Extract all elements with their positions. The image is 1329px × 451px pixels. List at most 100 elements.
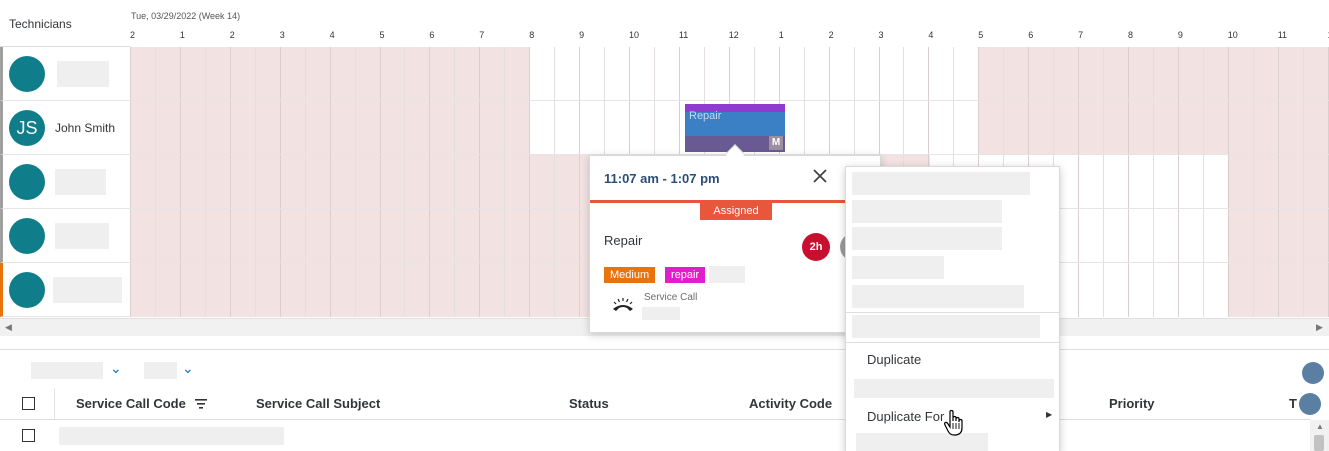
- half-hour-gridline: [204, 47, 206, 317]
- menu-item-duplicate[interactable]: Duplicate: [867, 352, 921, 367]
- menu-separator: [846, 342, 1059, 343]
- menu-item-placeholder[interactable]: [852, 200, 1002, 223]
- technician-row[interactable]: [0, 155, 130, 209]
- hour-gridline: [1277, 47, 1279, 317]
- menu-item-placeholder[interactable]: [854, 379, 1054, 398]
- row-divider: [130, 100, 1329, 101]
- hour-label: 1: [778, 30, 784, 40]
- avatar: JS: [9, 110, 45, 146]
- hour-gridline: [529, 47, 531, 317]
- hour-label: 7: [1078, 30, 1084, 40]
- hour-label: 10: [1227, 30, 1238, 40]
- hour-gridline: [179, 47, 181, 317]
- half-hour-gridline: [1103, 47, 1105, 317]
- technician-row[interactable]: [0, 263, 130, 317]
- select-all-checkbox[interactable]: [22, 397, 35, 410]
- tag-placeholder: [709, 266, 745, 283]
- phone-icon: [612, 297, 634, 318]
- scroll-right-icon[interactable]: ▶: [1316, 322, 1323, 333]
- technicians-header: Technicians: [0, 0, 130, 47]
- hour-label: 9: [1177, 30, 1183, 40]
- technicians-label: Technicians: [9, 17, 72, 31]
- date-label: Tue, 03/29/2022 (Week 14): [131, 11, 241, 21]
- time-range: 11:07 am - 1:07 pm: [604, 171, 720, 186]
- hour-label: 5: [379, 30, 385, 40]
- technician-row[interactable]: JS John Smith: [0, 101, 130, 155]
- hour-label: 6: [429, 30, 435, 40]
- hand-cursor-icon: [944, 409, 966, 436]
- hour-label: 7: [479, 30, 485, 40]
- half-hour-gridline: [254, 47, 256, 317]
- row-checkbox[interactable]: [22, 429, 35, 442]
- chevron-down-icon[interactable]: ⌄: [110, 360, 122, 377]
- hour-label: 6: [1028, 30, 1034, 40]
- menu-item-placeholder[interactable]: [852, 285, 1024, 308]
- filter-icon[interactable]: [195, 397, 208, 412]
- technician-name: John Smith: [55, 121, 116, 135]
- submenu-arrow-icon: ▶: [1046, 410, 1053, 419]
- half-hour-gridline: [404, 47, 406, 317]
- technician-row[interactable]: [0, 209, 130, 263]
- half-hour-gridline: [304, 47, 306, 317]
- hour-label: 11: [1277, 30, 1288, 40]
- chevron-down-icon[interactable]: ⌄: [182, 360, 194, 377]
- hour-gridline: [579, 47, 581, 317]
- activity-popover: 11:07 am - 1:07 pm Assigned Repair 2h Me…: [589, 155, 881, 333]
- vertical-scrollbar[interactable]: ▲: [1310, 420, 1329, 451]
- close-icon[interactable]: [812, 168, 828, 188]
- service-call-placeholder[interactable]: [642, 307, 680, 320]
- off-hours-block: [979, 47, 1329, 155]
- hour-label: 4: [329, 30, 335, 40]
- menu-item-placeholder[interactable]: [852, 172, 1030, 195]
- column-header-activity-code[interactable]: Activity Code: [749, 396, 832, 411]
- technician-name-placeholder: [53, 277, 122, 303]
- half-hour-gridline: [354, 47, 356, 317]
- scroll-thumb[interactable]: [1314, 435, 1324, 451]
- column-separator: [54, 388, 55, 419]
- half-hour-gridline: [454, 47, 456, 317]
- event-label: Repair: [689, 110, 722, 122]
- column-header-service-call-code[interactable]: Service Call Code: [76, 396, 208, 412]
- hour-label: 9: [579, 30, 585, 40]
- hour-gridline: [479, 47, 481, 317]
- hour-label: 8: [1128, 30, 1134, 40]
- technician-name-placeholder: [55, 169, 106, 195]
- hour-gridline: [229, 47, 231, 317]
- column-header-priority[interactable]: Priority: [1109, 396, 1155, 411]
- duration-badge: 2h: [802, 233, 830, 261]
- menu-separator: [846, 312, 1059, 313]
- menu-item-placeholder[interactable]: [852, 315, 1040, 338]
- toolbar-circle-button[interactable]: [1299, 393, 1321, 415]
- pane-splitter[interactable]: [0, 349, 1329, 350]
- hour-gridline: [1227, 47, 1229, 317]
- half-hour-gridline: [1202, 47, 1204, 317]
- column-header-status[interactable]: Status: [569, 396, 609, 411]
- toolbar-circle-button[interactable]: [1302, 362, 1324, 384]
- off-hours-block: [1229, 155, 1329, 317]
- menu-item-duplicate-for[interactable]: Duplicate For: [867, 409, 944, 424]
- half-hour-gridline: [554, 47, 556, 317]
- filter-dropdown[interactable]: [31, 362, 103, 379]
- filter-dropdown[interactable]: [144, 362, 177, 379]
- table-header-border: [0, 419, 1310, 420]
- hour-gridline: [279, 47, 281, 317]
- hour-gridline: [429, 47, 431, 317]
- technician-name-placeholder: [57, 61, 109, 87]
- avatar: [9, 272, 45, 308]
- hour-label: 2: [130, 30, 136, 40]
- menu-item-placeholder[interactable]: [852, 227, 1002, 250]
- scroll-up-icon[interactable]: ▲: [1316, 422, 1324, 431]
- column-header-service-call-subject[interactable]: Service Call Subject: [256, 396, 380, 411]
- menu-item-placeholder[interactable]: [856, 433, 988, 451]
- hour-gridline: [379, 47, 381, 317]
- hour-label: 11: [678, 30, 689, 40]
- hour-gridline: [329, 47, 331, 317]
- menu-item-placeholder[interactable]: [852, 256, 944, 279]
- technician-row[interactable]: [0, 47, 130, 101]
- column-header-t[interactable]: T: [1289, 396, 1297, 411]
- event-marker: M: [769, 136, 783, 150]
- avatar: [9, 164, 45, 200]
- half-hour-gridline: [1252, 47, 1254, 317]
- hour-label: 5: [978, 30, 984, 40]
- scroll-left-icon[interactable]: ◀: [5, 322, 12, 333]
